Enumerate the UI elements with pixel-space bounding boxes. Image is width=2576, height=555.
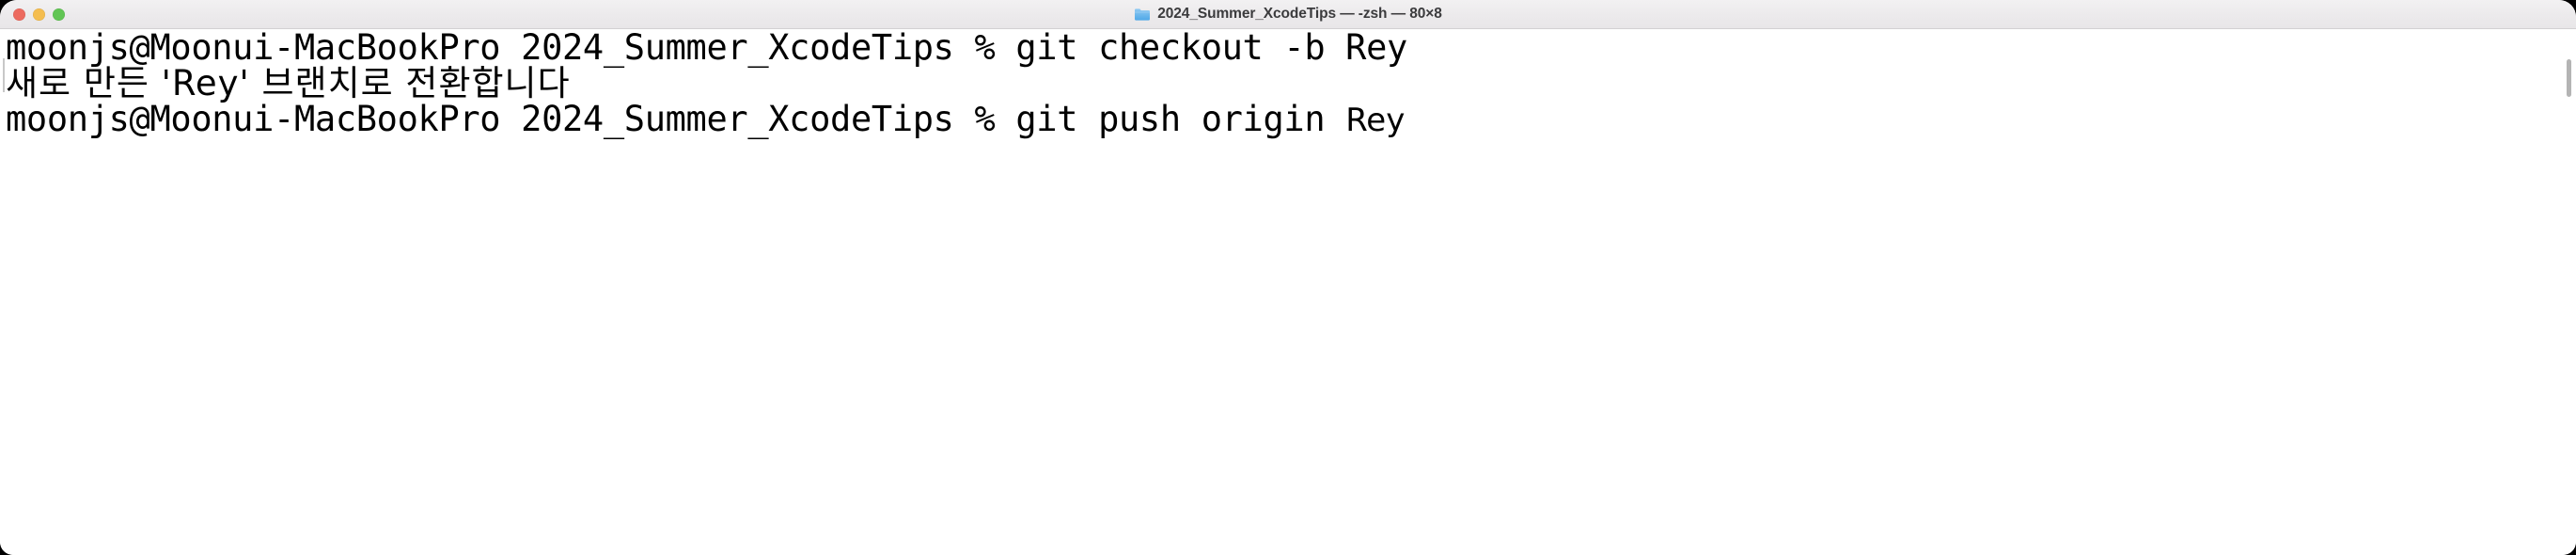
terminal-line-prompt-2-main: moonjs@Moonui-MacBookPro 2024_Summer_Xco…	[6, 99, 1016, 139]
terminal-content-area[interactable]: moonjs@Moonui-MacBookPro 2024_Summer_Xco…	[0, 29, 2576, 555]
terminal-window: 2024_Summer_XcodeTips — -zsh — 80×8 moon…	[0, 0, 2576, 555]
terminal-line-prompt-1: moonjs@Moonui-MacBookPro 2024_Summer_Xco…	[6, 29, 1407, 68]
terminal-line-list: moonjs@Moonui-MacBookPro 2024_Summer_Xco…	[6, 29, 2576, 139]
traffic-light-group	[13, 0, 65, 29]
folder-icon	[1135, 8, 1151, 21]
maximize-button[interactable]	[53, 8, 65, 21]
window-title: 2024_Summer_XcodeTips — -zsh — 80×8	[1157, 6, 1442, 22]
minimize-button[interactable]	[33, 8, 45, 21]
terminal-line-output-1: 새로 만든 'Rey' 브랜치로 전환합니다	[6, 63, 571, 103]
terminal-line-prompt-2-branch: Rey	[1345, 102, 1406, 139]
close-button[interactable]	[13, 8, 25, 21]
terminal-line-prompt-2: moonjs@Moonui-MacBookPro 2024_Summer_Xco…	[6, 99, 2576, 139]
window-title-group: 2024_Summer_XcodeTips — -zsh — 80×8	[1134, 0, 1442, 29]
terminal-line-prompt-2-command: git push origin	[1015, 99, 1346, 139]
title-bar[interactable]: 2024_Summer_XcodeTips — -zsh — 80×8	[0, 0, 2576, 29]
text-cursor-marker	[3, 58, 5, 92]
